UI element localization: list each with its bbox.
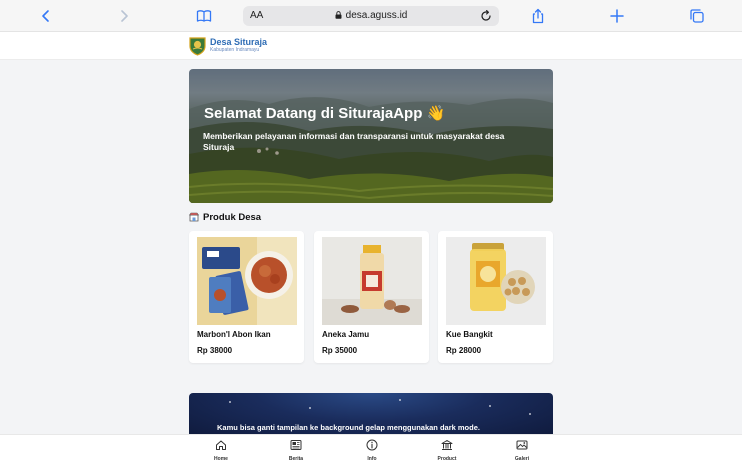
nav-info-label: Info bbox=[367, 456, 377, 462]
tabs-button[interactable] bbox=[686, 5, 708, 27]
news-icon bbox=[290, 440, 302, 450]
product-price: Rp 38000 bbox=[197, 346, 233, 355]
new-tab-button[interactable] bbox=[606, 5, 628, 27]
info-icon bbox=[366, 439, 378, 451]
product-image bbox=[197, 237, 297, 325]
nav-news-label: Berita bbox=[288, 456, 304, 462]
nav-news[interactable]: Berita bbox=[276, 439, 316, 462]
gallery-icon bbox=[516, 440, 528, 450]
share-button[interactable] bbox=[527, 5, 549, 27]
brand[interactable]: Desa Situraja Kabupaten Indramayu bbox=[210, 38, 267, 54]
nav-home-label: Home bbox=[214, 456, 228, 462]
site-name: Desa Situraja bbox=[210, 37, 268, 47]
tabs-icon bbox=[690, 9, 704, 23]
product-name: Kue Bangkit bbox=[446, 330, 493, 339]
product-name: Marbon'l Abon Ikan bbox=[197, 330, 271, 339]
hero-banner: Selamat Datang di SiturajaApp 👋 Memberik… bbox=[189, 69, 553, 203]
product-card[interactable]: Aneka Jamu Rp 35000 bbox=[314, 231, 429, 363]
abon-ikan-photo bbox=[197, 237, 297, 325]
product-price: Rp 28000 bbox=[446, 346, 482, 355]
product-card[interactable]: Kue Bangkit Rp 28000 bbox=[438, 231, 553, 363]
kue-bangkit-photo bbox=[446, 237, 546, 325]
address-bar[interactable]: AA desa.aguss.id bbox=[243, 6, 499, 26]
star-decoration bbox=[309, 407, 311, 409]
village-emblem-logo[interactable] bbox=[189, 36, 206, 56]
chevron-left-icon bbox=[42, 10, 49, 22]
star-decoration bbox=[399, 399, 401, 401]
product-price: Rp 35000 bbox=[322, 346, 358, 355]
product-icon bbox=[441, 440, 453, 450]
nav-product-label: Product bbox=[437, 456, 457, 462]
dark-mode-text: Kamu bisa ganti tampilan ke background g… bbox=[217, 423, 480, 432]
hero-description: Memberikan pelayanan informasi dan trans… bbox=[203, 131, 505, 152]
star-decoration bbox=[229, 401, 231, 403]
url-value: desa.aguss.id bbox=[345, 10, 408, 21]
nav-product[interactable]: Product bbox=[427, 439, 467, 462]
star-decoration bbox=[529, 413, 531, 415]
chevron-right-icon bbox=[121, 10, 128, 22]
reload-icon[interactable] bbox=[479, 9, 493, 23]
lock-icon bbox=[335, 11, 342, 19]
nav-gallery[interactable]: Galeri bbox=[502, 439, 542, 462]
product-card[interactable]: Marbon'l Abon Ikan Rp 38000 bbox=[189, 231, 304, 363]
site-header: Desa Situraja Kabupaten Indramayu bbox=[0, 32, 742, 60]
book-icon bbox=[196, 10, 212, 22]
site-subtitle: Kabupaten Indramayu bbox=[210, 47, 260, 53]
forward-button[interactable] bbox=[113, 5, 135, 27]
product-image bbox=[446, 237, 546, 325]
shop-icon bbox=[189, 212, 199, 222]
jamu-photo bbox=[322, 237, 422, 325]
plus-icon bbox=[610, 9, 624, 23]
product-image bbox=[322, 237, 422, 325]
bottom-navigation: Home Berita Info Product Galeri bbox=[0, 434, 742, 464]
bookmarks-button[interactable] bbox=[193, 5, 215, 27]
share-icon bbox=[532, 8, 544, 24]
browser-toolbar: AA desa.aguss.id bbox=[0, 0, 742, 32]
nav-home[interactable]: Home bbox=[201, 439, 241, 462]
hero-title: Selamat Datang di SiturajaApp 👋 bbox=[204, 105, 446, 122]
home-icon bbox=[216, 440, 226, 450]
products-section-heading: Produk Desa bbox=[189, 211, 261, 223]
dark-mode-banner: Kamu bisa ganti tampilan ke background g… bbox=[189, 393, 553, 438]
nav-gallery-label: Galeri bbox=[514, 456, 530, 462]
product-name: Aneka Jamu bbox=[322, 330, 370, 339]
url-text: desa.aguss.id bbox=[243, 10, 499, 21]
products-section-title: Produk Desa bbox=[203, 211, 262, 223]
nav-info[interactable]: Info bbox=[352, 439, 392, 462]
star-decoration bbox=[489, 405, 491, 407]
back-button[interactable] bbox=[35, 5, 57, 27]
